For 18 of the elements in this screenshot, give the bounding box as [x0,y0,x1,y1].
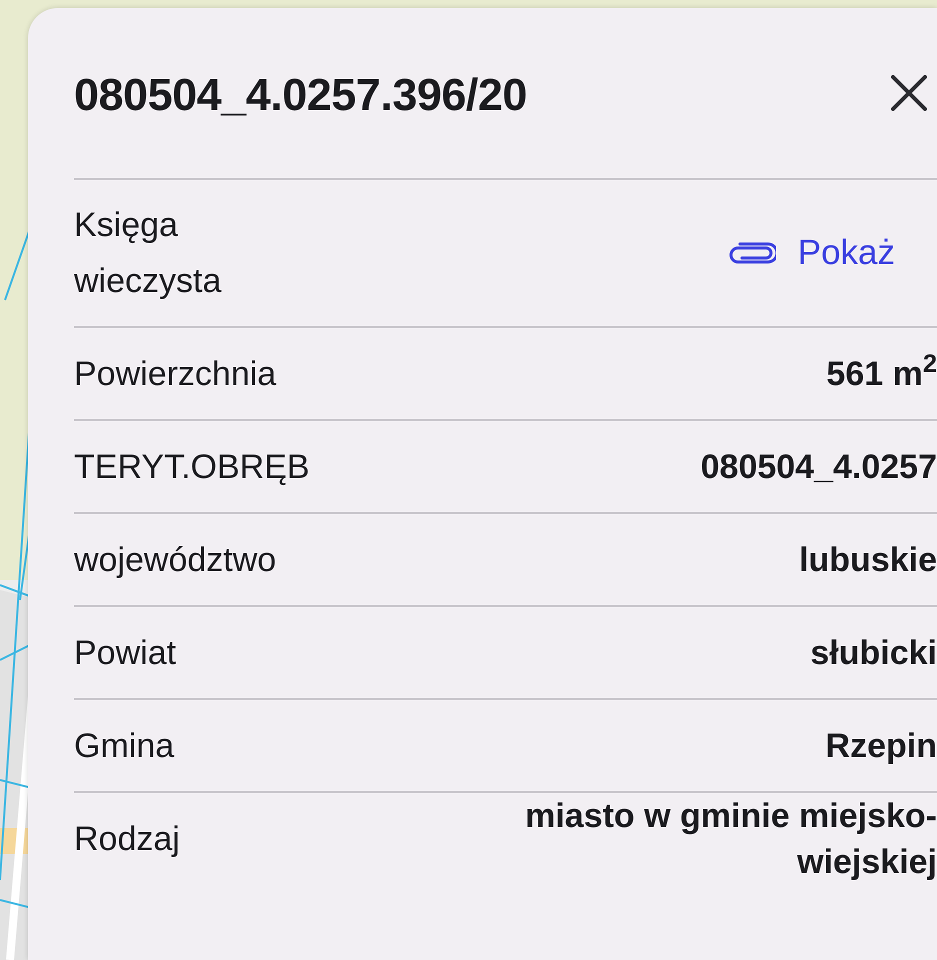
field-label: Powierzchnia [74,354,276,394]
field-label: województwo [74,540,276,580]
field-value: miasto w gminie miejsko- wiejskiej [525,796,937,883]
field-label: TERYT.OBRĘB [74,446,310,488]
paperclip-icon [728,242,776,264]
field-label: Rodzaj [74,819,180,860]
field-label: Księga wieczysta [74,205,222,302]
field-label: Powiat [74,632,176,674]
field-value: lubuskie [799,540,937,580]
field-value: słubicki [810,632,937,674]
show-link[interactable]: Pokaż [728,226,895,280]
close-icon [889,73,929,113]
field-value: Rzepin [826,726,937,766]
close-button[interactable] [889,73,929,113]
parcel-title: 080504_4.0257.396/20 [74,68,527,122]
field-value: 080504_4.0257 [700,446,937,488]
field-label: Gmina [74,726,174,766]
field-value: 561 m$^{2}$ [826,350,937,394]
